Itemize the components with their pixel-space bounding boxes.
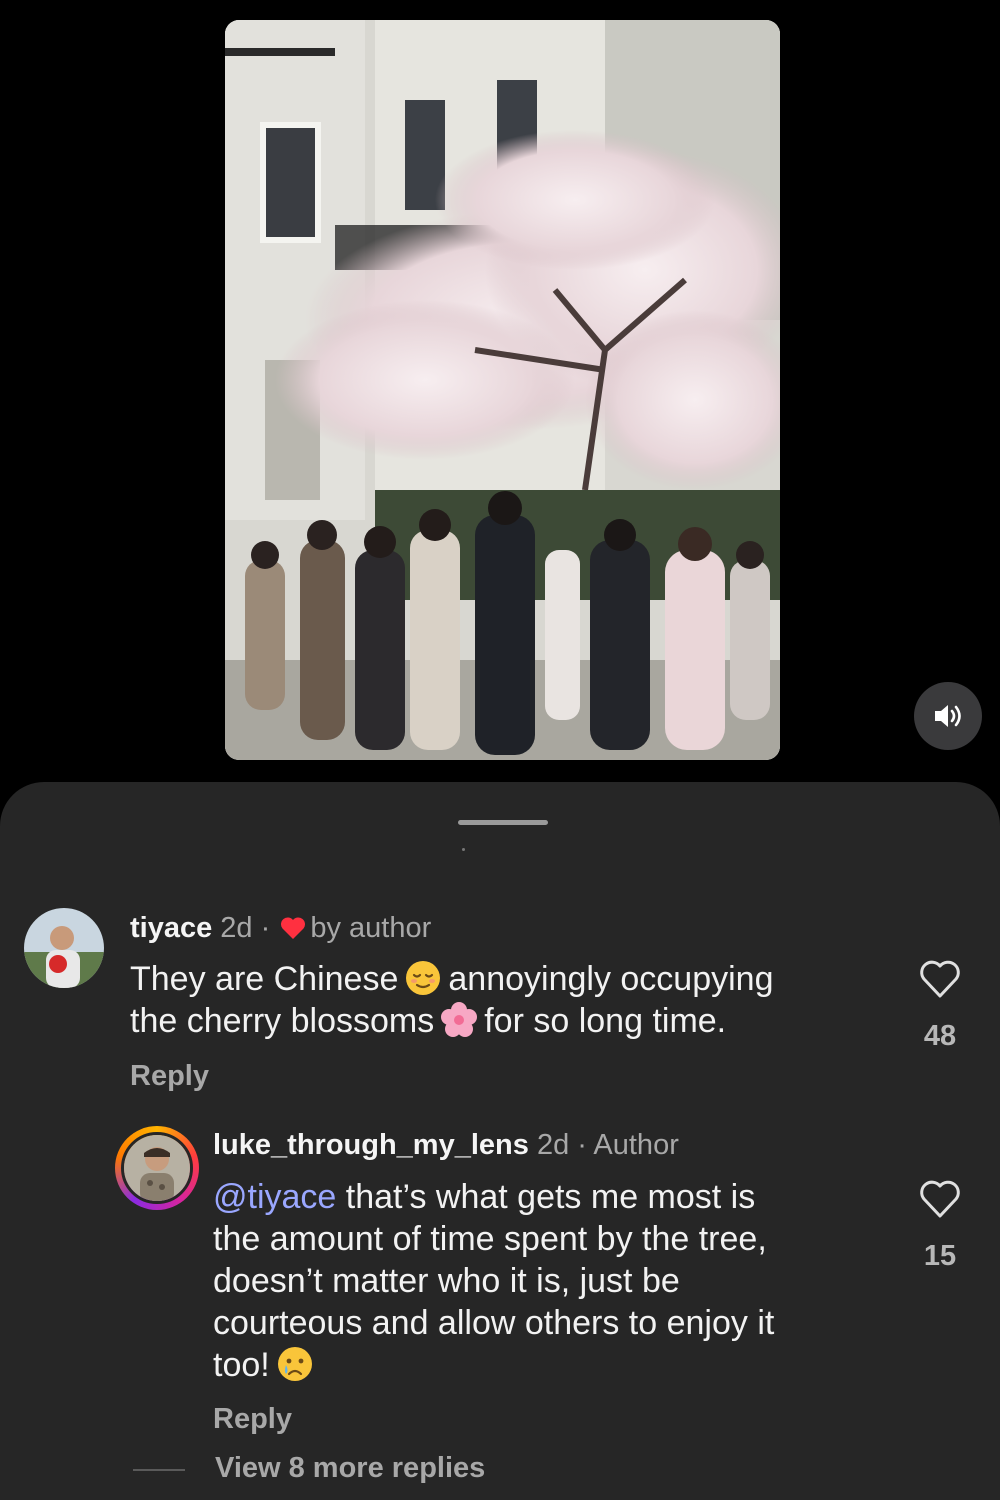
like-count: 48 xyxy=(923,1020,957,1052)
cherry-blossom-emoji xyxy=(440,1001,478,1039)
grabber-dot xyxy=(462,848,465,851)
sheet-grabber[interactable] xyxy=(458,820,548,825)
author-badge: Author xyxy=(593,1129,679,1161)
comment-meta: tiyace 2d · by author xyxy=(130,912,431,948)
reply-text-part: too! xyxy=(213,1346,270,1384)
mention-link[interactable]: @tiyace xyxy=(213,1178,336,1216)
avatar[interactable] xyxy=(24,908,104,988)
reply-text-part: that’s what gets me most is xyxy=(345,1178,756,1216)
comment-text-part: for so long time. xyxy=(484,1002,727,1040)
reply-meta: luke_through_my_lens 2d · Author xyxy=(213,1129,679,1162)
reply-text-part: doesn’t matter who it is, just be xyxy=(213,1262,680,1300)
meta-separator: · xyxy=(260,912,271,944)
reply-button[interactable]: Reply xyxy=(130,1060,209,1093)
mute-button[interactable] xyxy=(914,682,982,750)
like-button[interactable] xyxy=(918,1177,962,1221)
reply-text-part: courteous and allow others to enjoy it xyxy=(213,1304,775,1342)
reply-text-part: the amount of time spent by the tree, xyxy=(213,1220,767,1258)
view-more-replies-button[interactable]: View 8 more replies xyxy=(215,1452,485,1485)
comment-username[interactable]: tiyace xyxy=(130,912,212,944)
heart-outline-icon xyxy=(920,960,960,998)
like-count: 15 xyxy=(923,1240,957,1272)
comment-time: 2d xyxy=(220,912,253,944)
avatar-image xyxy=(24,908,104,988)
video-preview[interactable] xyxy=(225,20,780,760)
video-frame-image xyxy=(225,20,780,760)
crying-face-emoji xyxy=(276,1345,314,1383)
avatar-image xyxy=(124,1135,190,1201)
reply-username[interactable]: luke_through_my_lens xyxy=(213,1129,529,1161)
comment-text-part: They are Chinese xyxy=(130,960,399,998)
liked-by-author-label: by author xyxy=(310,912,432,944)
comment-text: They are Chinese annoyingly occupying th… xyxy=(130,958,773,1042)
comment-text-part: the cherry blossoms xyxy=(130,1002,435,1040)
red-heart-icon xyxy=(280,915,306,948)
avatar[interactable] xyxy=(121,1132,193,1204)
meta-separator: · xyxy=(577,1129,587,1161)
reply-text: @tiyace that’s what gets me most is the … xyxy=(213,1176,774,1386)
like-button[interactable] xyxy=(918,957,962,1001)
heart-outline-icon xyxy=(920,1180,960,1218)
speaker-icon xyxy=(935,705,961,727)
relieved-face-emoji xyxy=(404,959,442,997)
reply-button[interactable]: Reply xyxy=(213,1403,292,1436)
comment-text-part: annoyingly occupying xyxy=(448,960,774,998)
replies-divider xyxy=(133,1469,185,1471)
reply-time: 2d xyxy=(536,1129,570,1161)
